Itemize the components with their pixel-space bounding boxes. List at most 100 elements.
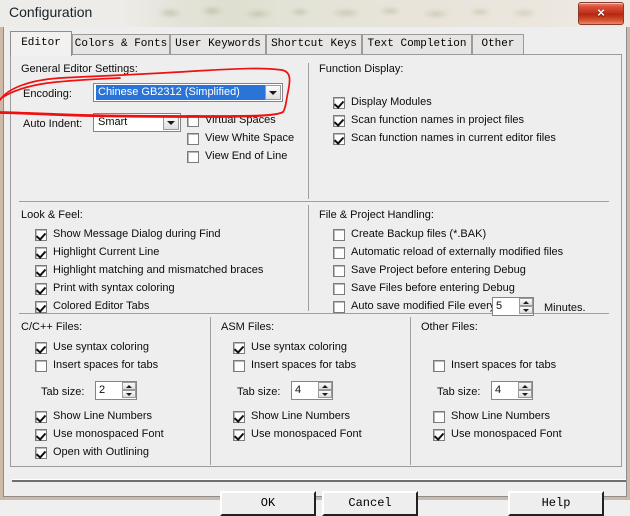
checkbox-label: Insert spaces for tabs — [451, 359, 557, 371]
function-display-caption: Function Display: — [319, 63, 404, 75]
checkbox-label: Display Modules — [351, 96, 432, 108]
checkbox-box[interactable] — [233, 429, 245, 441]
checkbox-box[interactable] — [35, 301, 47, 313]
spinner-buttons[interactable] — [518, 382, 532, 399]
checkbox-label: Save Files before entering Debug — [351, 282, 515, 294]
other-files-caption: Other Files: — [421, 321, 478, 333]
c-cpp-files-caption: C/C++ Files: — [21, 321, 83, 333]
checkbox-label: Highlight matching and mismatched braces — [53, 264, 264, 276]
asm-tab-size-spinner[interactable]: 4 — [291, 381, 333, 400]
chevron-down-icon[interactable] — [265, 85, 281, 100]
checkbox-box[interactable] — [187, 151, 199, 163]
checkbox-label: Virtual Spaces — [205, 114, 276, 126]
checkbox-box[interactable] — [35, 429, 47, 441]
checkbox-box[interactable] — [35, 247, 47, 259]
spinner-up-icon[interactable] — [122, 382, 136, 390]
spinner-down-icon[interactable] — [318, 390, 332, 398]
tab-other[interactable]: Other — [472, 34, 524, 55]
checkbox-box[interactable] — [35, 342, 47, 354]
cancel-button[interactable]: Cancel — [322, 491, 418, 516]
chevron-down-icon[interactable] — [163, 115, 179, 130]
separator-vertical-col1 — [210, 317, 211, 465]
spinner-down-icon[interactable] — [519, 306, 533, 314]
checkbox-box[interactable] — [187, 133, 199, 145]
checkbox-box[interactable] — [333, 97, 345, 109]
checkbox-box[interactable] — [333, 247, 345, 259]
checkbox-label: Show Line Numbers — [53, 410, 153, 422]
checkbox-box[interactable] — [233, 360, 245, 372]
ccpp-tab-size-spinner[interactable]: 2 — [95, 381, 137, 400]
other-tab-size-label: Tab size: — [437, 386, 481, 398]
spinner-up-icon[interactable] — [518, 382, 532, 390]
separator-vertical-mid — [308, 205, 309, 311]
general-editor-settings-caption: General Editor Settings: — [21, 63, 138, 75]
checkbox-label: Use monospaced Font — [451, 428, 562, 440]
checkbox-label: Insert spaces for tabs — [53, 359, 159, 371]
spinner-down-icon[interactable] — [122, 390, 136, 398]
checkbox-box[interactable] — [187, 115, 199, 127]
spinner-down-icon[interactable] — [518, 390, 532, 398]
encoding-combo-value: Chinese GB2312 (Simplified) — [96, 85, 266, 100]
spinner-up-icon[interactable] — [519, 298, 533, 306]
checkbox-box[interactable] — [433, 360, 445, 372]
dialog-client-inner: Editor Colors & Fonts User Keywords Shor… — [3, 27, 627, 516]
checkbox-box[interactable] — [35, 229, 47, 241]
checkbox-label: Show Line Numbers — [451, 410, 551, 422]
auto-indent-combo[interactable]: Smart — [93, 113, 181, 132]
checkbox-label: Open with Outlining — [53, 446, 149, 458]
ccpp-tab-size-value[interactable]: 2 — [99, 384, 105, 396]
tab-editor[interactable]: Editor — [10, 31, 72, 56]
asm-tab-size-value[interactable]: 4 — [295, 384, 301, 396]
checkbox-label: Use syntax coloring — [53, 341, 149, 353]
spinner-buttons[interactable] — [519, 298, 533, 315]
checkbox-label: Use syntax coloring — [251, 341, 347, 353]
minutes-label: Minutes. — [544, 302, 586, 314]
checkbox-box[interactable] — [333, 301, 345, 313]
spinner-buttons[interactable] — [318, 382, 332, 399]
separator-vertical-top — [308, 63, 309, 199]
help-button[interactable]: Help — [508, 491, 604, 516]
spinner-buttons[interactable] — [122, 382, 136, 399]
checkbox-box[interactable] — [333, 265, 345, 277]
ccpp-tab-size-label: Tab size: — [41, 386, 85, 398]
tab-colors-and-fonts[interactable]: Colors & Fonts — [72, 34, 170, 55]
checkbox-label: Scan function names in project files — [351, 114, 525, 126]
tab-shortcut-keys[interactable]: Shortcut Keys — [266, 34, 362, 55]
checkbox-box[interactable] — [433, 411, 445, 423]
checkbox-label: Highlight Current Line — [53, 246, 160, 258]
tab-strip: Editor Colors & Fonts User Keywords Shor… — [10, 31, 622, 56]
checkbox-box[interactable] — [333, 283, 345, 295]
checkbox-box[interactable] — [35, 411, 47, 423]
checkbox-box[interactable] — [35, 265, 47, 277]
separator-horizontal-1 — [19, 201, 609, 202]
checkbox-box[interactable] — [433, 429, 445, 441]
other-tab-size-value[interactable]: 4 — [495, 384, 501, 396]
encoding-combo[interactable]: Chinese GB2312 (Simplified) — [93, 83, 283, 102]
autosave-minutes-spinner[interactable]: 5 — [492, 297, 534, 316]
checkbox-box[interactable] — [333, 229, 345, 241]
other-tab-size-spinner[interactable]: 4 — [491, 381, 533, 400]
asm-files-caption: ASM Files: — [221, 321, 275, 333]
checkbox-box[interactable] — [35, 360, 47, 372]
close-icon: × — [597, 5, 605, 20]
tab-text-completion[interactable]: Text Completion — [362, 34, 472, 55]
auto-indent-label: Auto Indent: — [23, 118, 83, 130]
close-button[interactable]: × — [578, 2, 624, 25]
checkbox-box[interactable] — [233, 411, 245, 423]
checkbox-box[interactable] — [333, 115, 345, 127]
autosave-minutes-value[interactable]: 5 — [496, 300, 502, 312]
auto-indent-combo-value: Smart — [98, 116, 128, 128]
tab-user-keywords[interactable]: User Keywords — [170, 34, 266, 55]
checkbox-box[interactable] — [233, 342, 245, 354]
checkbox-box[interactable] — [333, 133, 345, 145]
configuration-dialog: Configuration × Editor Colors & Fonts Us… — [0, 0, 630, 516]
checkbox-label: Print with syntax coloring — [53, 282, 175, 294]
checkbox-box[interactable] — [35, 447, 47, 459]
spinner-up-icon[interactable] — [318, 382, 332, 390]
checkbox-label: Auto save modified File every — [351, 300, 496, 312]
checkbox-label: View End of Line — [205, 150, 288, 162]
checkbox-box[interactable] — [35, 283, 47, 295]
editor-tab-page: General Editor Settings: Encoding: Chine… — [10, 54, 622, 467]
ok-button[interactable]: OK — [220, 491, 316, 516]
window-title: Configuration — [9, 4, 93, 20]
